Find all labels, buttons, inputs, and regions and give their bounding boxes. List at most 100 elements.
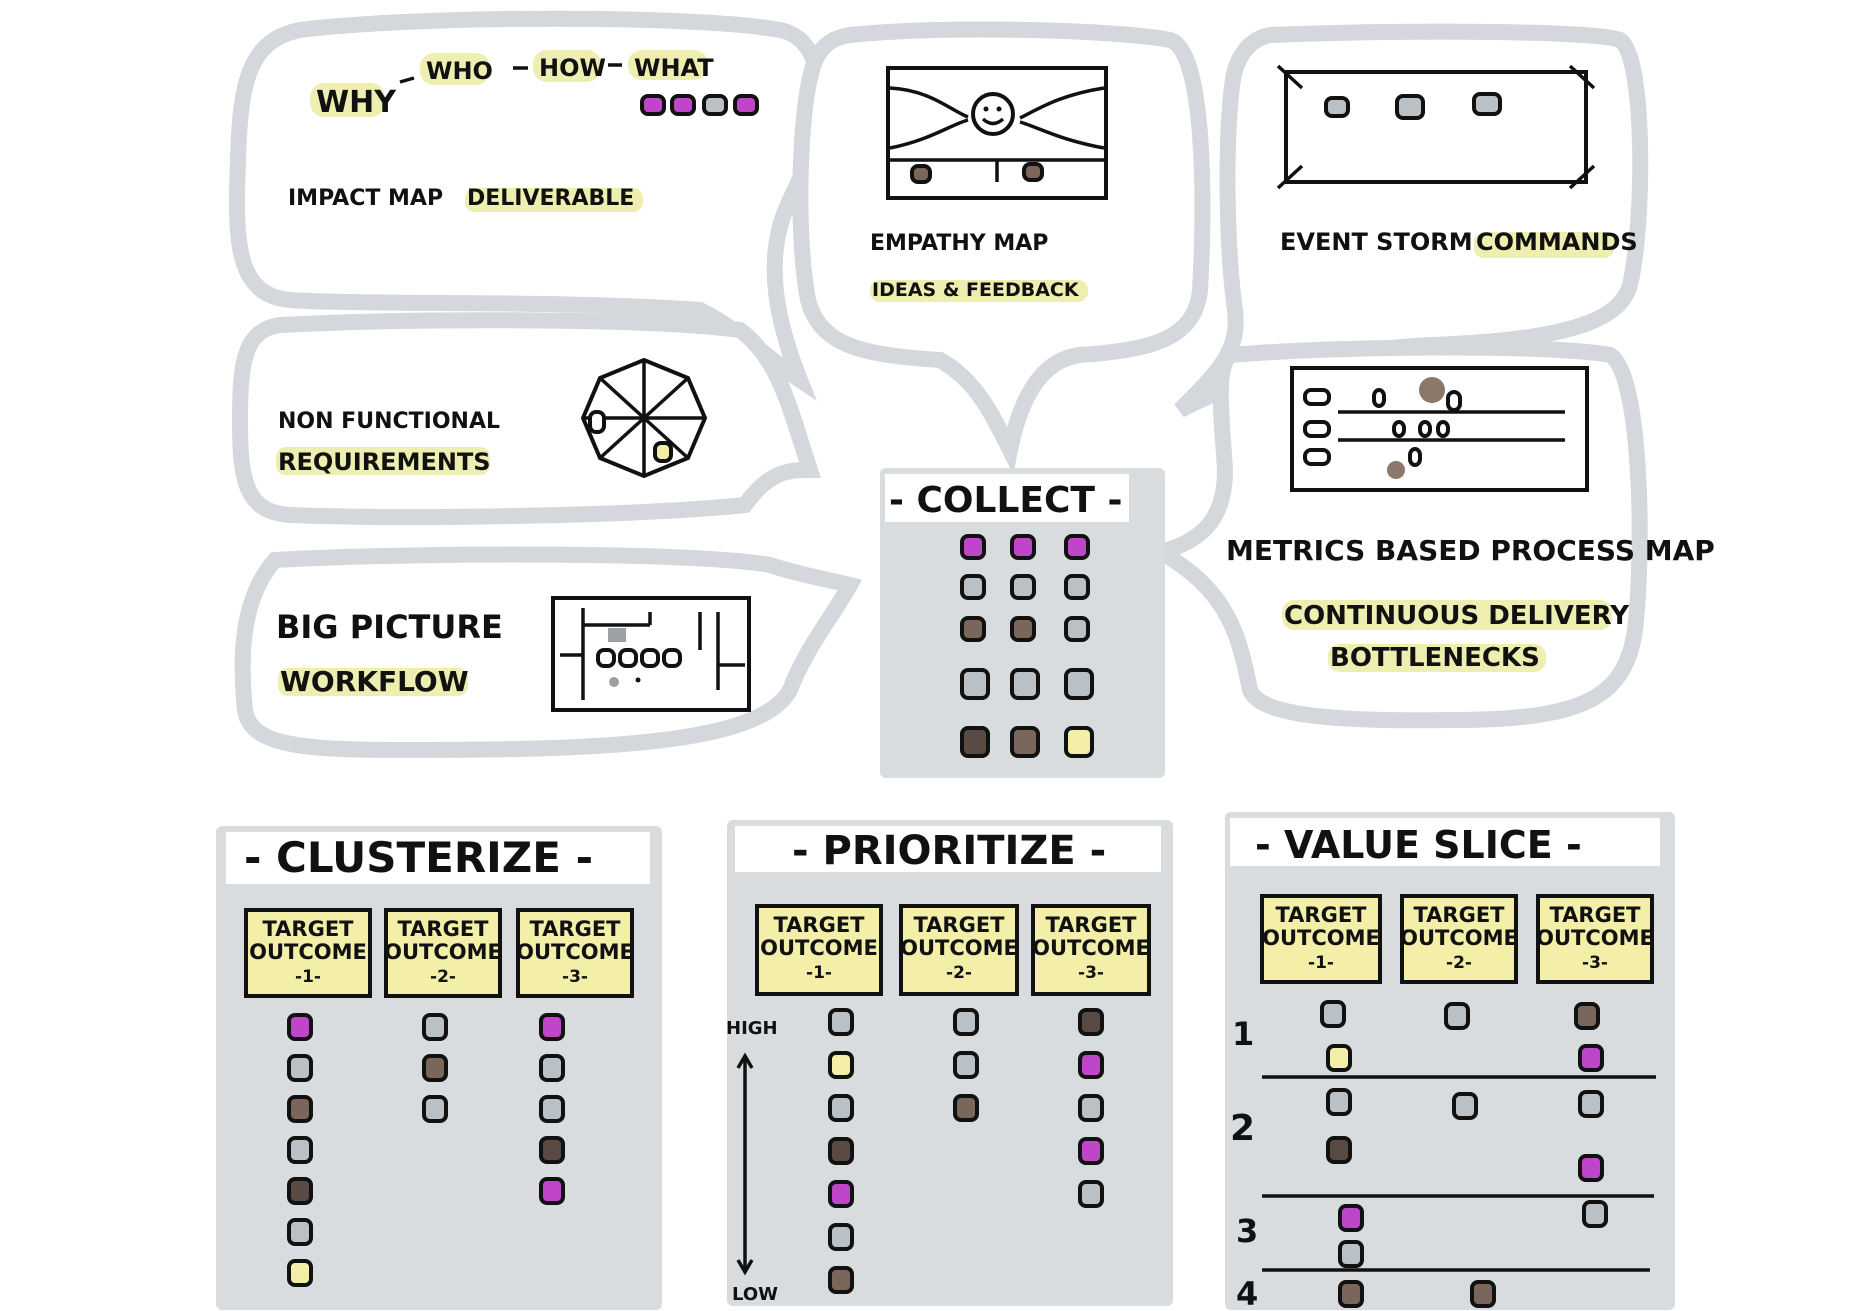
- why-label: WHY: [316, 85, 397, 120]
- sticky-note: [1582, 1200, 1608, 1228]
- target-outcome-label: TARGET: [529, 917, 621, 941]
- sticky-note: [539, 1054, 565, 1082]
- sticky-note: [828, 1223, 854, 1251]
- sticky-note: [960, 726, 990, 758]
- target-outcome-label: TARGET: [773, 913, 865, 937]
- value-slice-title: - VALUE SLICE -: [1255, 823, 1582, 867]
- sticky-note: [953, 1051, 979, 1079]
- low-label: LOW: [732, 1284, 778, 1305]
- target-outcome-label: TARGET: [262, 917, 354, 941]
- sticky-note: [1064, 726, 1094, 758]
- sticky-note: [1338, 1204, 1364, 1232]
- sticky-note: [287, 1136, 313, 1164]
- collect-title: - COLLECT -: [889, 480, 1122, 521]
- target-outcome-label: -2-: [1446, 953, 1472, 973]
- target-outcome-card: TARGETOUTCOME -3-: [1031, 904, 1151, 996]
- metrics-line3: BOTTLENECKS: [1330, 643, 1540, 673]
- sticky-note: [953, 1094, 979, 1122]
- metrics-title: METRICS BASED PROCESS MAP: [1226, 534, 1715, 567]
- target-outcome-label: OUTCOME: [1032, 936, 1150, 960]
- prioritize-panel: - PRIORITIZE - HIGH LOW TARGETOUTCOME-1-…: [726, 820, 1173, 1306]
- sticky-note: [1010, 726, 1040, 758]
- sticky-note: [1064, 534, 1090, 560]
- target-outcome-label: -1-: [1308, 953, 1334, 973]
- target-outcome-label: -1-: [295, 967, 321, 987]
- target-outcome-card: TARGETOUTCOME -2-: [384, 908, 502, 998]
- sticky-note: [1078, 1094, 1104, 1122]
- target-outcome-label: OUTCOME: [384, 940, 502, 964]
- what-label: WHAT: [634, 54, 714, 82]
- sticky-note: [539, 1095, 565, 1123]
- sticky-note: [539, 1177, 565, 1205]
- sticky-note: [1320, 1000, 1346, 1028]
- target-outcome-label: TARGET: [1045, 913, 1137, 937]
- sticky-note: [702, 94, 728, 116]
- collect-panel: - COLLECT -: [880, 468, 1165, 778]
- sticky-note: [1078, 1180, 1104, 1208]
- sticky-note: [287, 1177, 313, 1205]
- big-picture-bubble: [234, 546, 863, 759]
- target-outcome-label: OUTCOME: [516, 940, 634, 964]
- sticky-note: [1452, 1092, 1478, 1120]
- target-outcome-label: TARGET: [397, 917, 489, 941]
- target-outcome-card: TARGETOUTCOME -1-: [755, 904, 883, 996]
- sticky-note: [960, 668, 990, 700]
- deliverable-label: DELIVERABLE: [467, 186, 634, 211]
- sticky-note: [1064, 574, 1090, 600]
- sticky-note: [828, 1266, 854, 1294]
- sticky-note: [828, 1180, 854, 1208]
- target-outcome-label: TARGET: [1413, 903, 1505, 927]
- sticky-note: [422, 1013, 448, 1041]
- sticky-note: [287, 1013, 313, 1041]
- sticky-note: [1078, 1008, 1104, 1036]
- sticky-note: [539, 1136, 565, 1164]
- event-storm-subtitle: COMMANDS: [1476, 228, 1638, 256]
- sticky-note: [422, 1054, 448, 1082]
- sticky-note: [287, 1218, 313, 1246]
- how-label: HOW: [539, 54, 606, 82]
- impact-map-title: IMPACT MAP: [288, 186, 443, 211]
- canvas-board: WHY WHO HOW WHAT IMPACT MAP DELIVERABLE …: [216, 10, 1715, 1311]
- prioritize-title: - PRIORITIZE -: [792, 828, 1106, 874]
- sticky-note: [422, 1095, 448, 1123]
- target-outcome-card: TARGETOUTCOME -2-: [1400, 894, 1518, 984]
- metrics-line2: CONTINUOUS DELIVERY: [1284, 601, 1630, 631]
- target-outcome-label: -2-: [946, 963, 972, 983]
- sticky-note: [828, 1008, 854, 1036]
- sticky-note: [733, 94, 759, 116]
- sticky-note: [828, 1051, 854, 1079]
- target-outcome-card: TARGETOUTCOME -1-: [1260, 894, 1382, 984]
- sticky-note: [1338, 1280, 1364, 1308]
- sticky-note: [1470, 1280, 1496, 1308]
- clusterize-panel: - CLUSTERIZE - TARGETOUTCOME-1-TARGETOUT…: [216, 826, 662, 1310]
- sticky-note: [953, 1008, 979, 1036]
- target-outcome-card: TARGETOUTCOME -3-: [1536, 894, 1654, 984]
- target-outcome-label: -3-: [562, 967, 588, 987]
- empathy-map-subtitle: IDEAS & FEEDBACK: [872, 279, 1080, 301]
- sticky-note: [1326, 1088, 1352, 1116]
- clusterize-title: - CLUSTERIZE -: [244, 833, 593, 882]
- target-outcome-label: -3-: [1582, 953, 1608, 973]
- sticky-note: [960, 534, 986, 560]
- sticky-note: [1010, 574, 1036, 600]
- big-picture-line2: WORKFLOW: [280, 665, 469, 698]
- slice-row-label: 4: [1236, 1275, 1258, 1311]
- sticky-note: [960, 616, 986, 642]
- sticky-note: [670, 94, 696, 116]
- sticky-note: [1010, 668, 1040, 700]
- value-slice-panel: - VALUE SLICE - TARGETOUTCOME-1-TARGETOU…: [1225, 812, 1675, 1311]
- sticky-note: [1078, 1137, 1104, 1165]
- high-label: HIGH: [726, 1018, 778, 1039]
- value-slice-columns: TARGETOUTCOME-1-TARGETOUTCOME-2-TARGETOU…: [1260, 894, 1654, 984]
- sticky-note: [1338, 1240, 1364, 1268]
- radar-sketch: [580, 357, 708, 479]
- sticky-note: [1326, 1136, 1352, 1164]
- target-outcome-card: TARGETOUTCOME -1-: [244, 908, 372, 998]
- big-picture-line1: BIG PICTURE: [276, 608, 503, 646]
- sticky-note: [1064, 668, 1094, 700]
- target-outcome-label: OUTCOME: [900, 936, 1018, 960]
- empathy-map-title: EMPATHY MAP: [870, 231, 1048, 256]
- non-functional-line1: NON FUNCTIONAL: [278, 409, 500, 434]
- sticky-note: [1578, 1154, 1604, 1182]
- sticky-note: [828, 1094, 854, 1122]
